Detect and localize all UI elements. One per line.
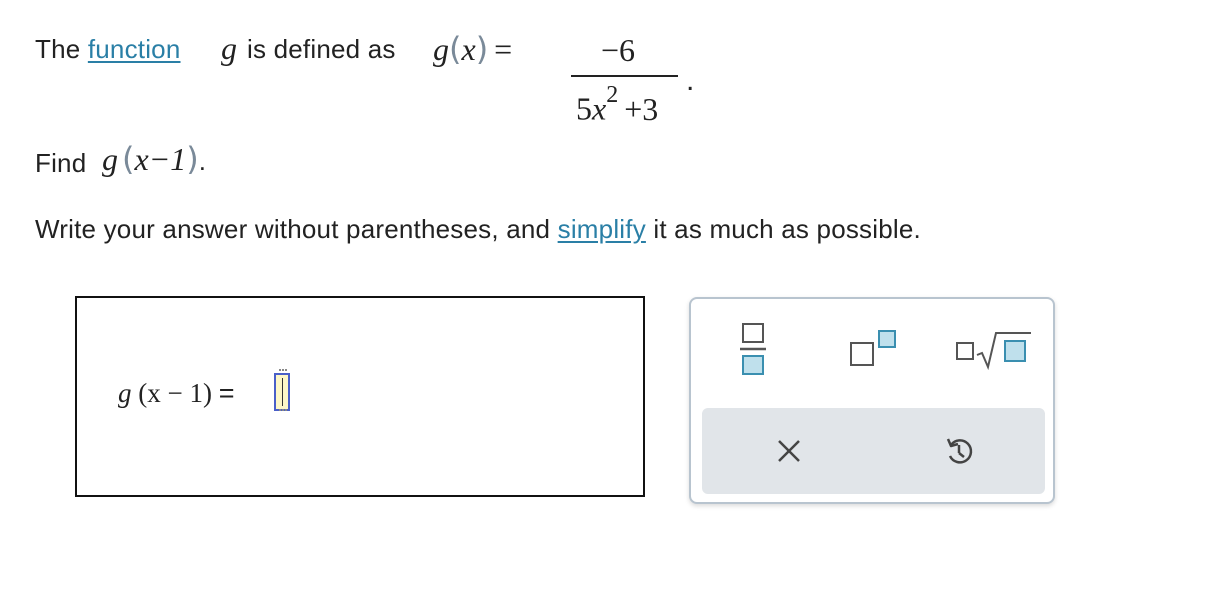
input-slot-marker-top <box>279 369 287 374</box>
math-palette <box>689 297 1055 504</box>
nth-root-icon <box>956 332 1031 371</box>
palette-action-bar <box>702 408 1045 494</box>
function-definition-lhs: g(x) = <box>433 30 512 68</box>
find-period: . <box>198 146 207 176</box>
simplify-link[interactable]: simplify <box>558 214 646 244</box>
sentence-period: . <box>686 64 695 97</box>
answer-area[interactable]: g (x − 1) = <box>75 296 645 497</box>
answer-lhs: g (x − 1) = <box>118 378 235 409</box>
instruction-after: it as much as possible. <box>653 214 921 244</box>
den-plus-three: +3 <box>624 90 659 127</box>
gx-close-paren: ) <box>475 30 489 68</box>
fraction-button[interactable] <box>739 322 769 378</box>
find-argument: x−1 <box>134 141 187 177</box>
exponent-button[interactable] <box>849 329 909 371</box>
instruction-text: Write your answer without parentheses, a… <box>35 214 921 245</box>
gx-variable: x <box>461 31 476 67</box>
undo-button[interactable] <box>942 434 976 468</box>
answer-equals: = <box>218 378 235 408</box>
answer-g: g <box>118 378 132 408</box>
find-close-paren: ) <box>186 140 199 178</box>
find-g: g <box>102 141 118 177</box>
answer-input-field[interactable] <box>274 369 290 414</box>
fraction-numerator: −6 <box>601 32 636 68</box>
gx-open-paren: ( <box>449 30 462 68</box>
text-cursor <box>282 378 283 406</box>
function-name-g: g <box>221 30 237 66</box>
gx-g: g <box>433 31 449 67</box>
fraction-denominator: 5x2 +3 <box>576 82 659 128</box>
fraction-icon <box>740 323 766 375</box>
find-expression: g (x−1). <box>102 140 206 178</box>
fraction-bar <box>571 75 678 77</box>
defined-as-text: is defined as <box>247 34 396 64</box>
instruction-before: Write your answer without parentheses, a… <box>35 214 551 244</box>
function-link[interactable]: function <box>88 34 181 64</box>
answer-argument: (x − 1) <box>138 378 212 408</box>
intro-text: The function <box>35 34 181 65</box>
den-variable: x <box>592 90 607 127</box>
close-icon <box>778 440 800 462</box>
den-exponent: 2 <box>606 82 619 108</box>
find-open-paren: ( <box>122 140 135 178</box>
den-coefficient: 5 <box>576 90 592 127</box>
equals-sign: = <box>494 31 513 67</box>
intro-word: The <box>35 34 81 64</box>
clear-button[interactable] <box>772 434 806 468</box>
undo-icon <box>946 438 973 464</box>
exponent-icon <box>850 330 896 366</box>
find-label: Find <box>35 148 87 178</box>
nth-root-button[interactable] <box>955 329 1035 371</box>
input-slot-marker-bottom <box>279 409 287 414</box>
